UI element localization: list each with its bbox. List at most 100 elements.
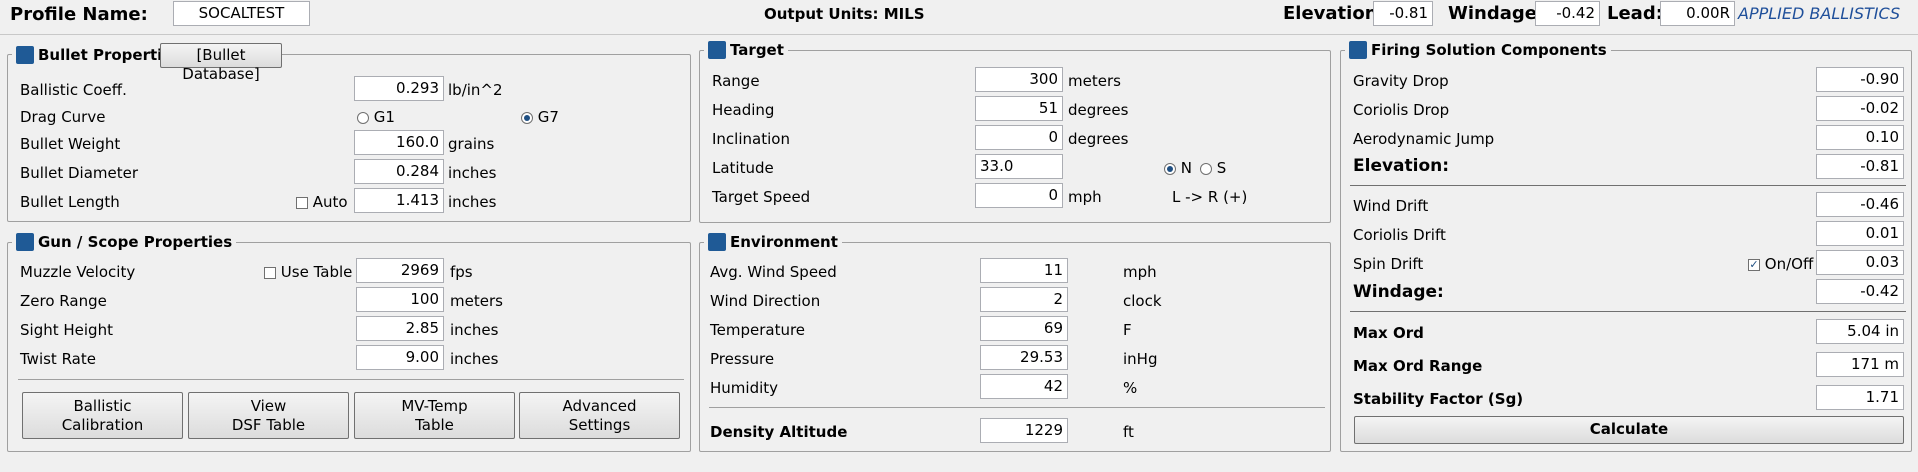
humidity-input[interactable]: 42	[980, 374, 1068, 399]
stability-factor-label: Stability Factor (Sg)	[1353, 390, 1524, 408]
n-radio[interactable]	[1164, 162, 1176, 175]
gravity-drop-value: -0.90	[1816, 67, 1904, 92]
firing-solution-header: Firing Solution Components	[1345, 39, 1611, 61]
g1-label: G1	[373, 108, 395, 126]
temperature-unit: F	[1123, 321, 1132, 339]
bullet-weight-input[interactable]: 160.0	[354, 130, 444, 155]
bullet-diameter-input[interactable]: 0.284	[354, 159, 444, 184]
use-table-label: Use Table	[280, 263, 353, 281]
bullet-database-button[interactable]: [Bullet Database]	[160, 43, 282, 83]
use-table-checkbox[interactable]: Use Table	[264, 263, 352, 281]
target-speed-input[interactable]: 0	[975, 183, 1063, 208]
inclination-unit: degrees	[1068, 130, 1129, 148]
ballistic-coeff-input[interactable]: 0.293	[354, 76, 444, 101]
inclination-input[interactable]: 0	[975, 125, 1063, 150]
solution-elevation-label: Elevation:	[1353, 156, 1450, 176]
header-windage-label: Windage:	[1448, 3, 1545, 24]
bullet-length-unit: inches	[448, 193, 497, 211]
solution-windage-label: Windage:	[1353, 282, 1444, 302]
solution-windage-value: -0.42	[1816, 279, 1904, 304]
max-ord-label: Max Ord	[1353, 324, 1424, 342]
gun-scope-title: Gun / Scope Properties	[38, 233, 233, 251]
zero-range-unit: meters	[450, 292, 503, 310]
spin-drift-check[interactable]: ✓	[1748, 258, 1760, 271]
sight-height-input[interactable]: 2.85	[356, 316, 444, 341]
latitude-input[interactable]: 33.0	[975, 154, 1063, 179]
heading-input[interactable]: 51	[975, 96, 1063, 121]
bullet-diameter-unit: inches	[448, 164, 497, 182]
bullet-length-label: Bullet Length	[20, 193, 120, 211]
mv-temp-table-button[interactable]: MV-Temp Table	[354, 392, 515, 439]
g7-radio[interactable]	[521, 111, 533, 124]
latitude-label: Latitude	[712, 159, 774, 177]
target-speed-label: Target Speed	[712, 188, 811, 206]
advanced-settings-line1: Advanced	[562, 397, 637, 415]
wind-direction-input[interactable]: 2	[980, 287, 1068, 312]
latitude-s-option[interactable]: S	[1200, 159, 1226, 177]
pressure-input[interactable]: 29.53	[980, 345, 1068, 370]
output-units-label: Output Units: MILS	[764, 5, 925, 23]
pressure-unit: inHg	[1123, 350, 1158, 368]
ballistic-coeff-unit: lb/in^2	[448, 81, 503, 99]
wind-drift-label: Wind Drift	[1353, 197, 1429, 215]
twist-rate-input[interactable]: 9.00	[356, 345, 444, 370]
humidity-unit: %	[1123, 379, 1138, 397]
auto-check[interactable]	[296, 196, 308, 209]
view-dsf-line1: View	[250, 397, 287, 415]
drag-curve-g1[interactable]: G1	[357, 108, 395, 126]
range-input[interactable]: 300	[975, 67, 1063, 92]
coriolis-drift-value: 0.01	[1816, 221, 1904, 246]
use-table-check[interactable]	[264, 266, 276, 279]
onoff-label: On/Off	[1764, 255, 1814, 273]
temperature-input[interactable]: 69	[980, 316, 1068, 341]
max-ord-value: 5.04 in	[1816, 319, 1904, 344]
density-altitude-label: Density Altitude	[710, 423, 848, 441]
aerodynamic-jump-label: Aerodynamic Jump	[1353, 130, 1495, 148]
auto-label: Auto	[312, 193, 348, 211]
header-elevation-value: -0.81	[1373, 1, 1433, 26]
advanced-settings-button[interactable]: Advanced Settings	[519, 392, 680, 439]
twist-rate-label: Twist Rate	[20, 350, 96, 368]
target-direction: L -> R (+)	[1172, 188, 1248, 206]
profile-name-field[interactable]: SOCALTEST	[173, 1, 310, 26]
coriolis-drop-label: Coriolis Drop	[1353, 101, 1450, 119]
target-header: Target	[704, 39, 788, 61]
calculate-button[interactable]: Calculate	[1354, 416, 1904, 444]
spin-drift-toggle[interactable]: ✓ On/Off	[1748, 255, 1813, 273]
auto-checkbox[interactable]: Auto	[296, 193, 348, 211]
view-dsf-table-button[interactable]: View DSF Table	[188, 392, 349, 439]
solution-elevation-value: -0.81	[1816, 154, 1904, 179]
avg-wind-speed-input[interactable]: 11	[980, 258, 1068, 283]
ballistic-calibration-button[interactable]: Ballistic Calibration	[22, 392, 183, 439]
mv-temp-line1: MV-Temp	[401, 397, 468, 415]
gravity-drop-label: Gravity Drop	[1353, 72, 1449, 90]
range-label: Range	[712, 72, 760, 90]
s-radio[interactable]	[1200, 162, 1212, 175]
bullet-length-input[interactable]: 1.413	[354, 188, 444, 213]
sight-height-unit: inches	[450, 321, 499, 339]
spin-drift-label: Spin Drift	[1353, 255, 1424, 273]
temperature-label: Temperature	[710, 321, 806, 339]
muzzle-velocity-unit: fps	[450, 263, 473, 281]
avg-wind-speed-unit: mph	[1123, 263, 1157, 281]
density-altitude-unit: ft	[1123, 423, 1134, 441]
ballistic-calibration-line2: Calibration	[61, 416, 144, 434]
drag-curve-g7[interactable]: G7	[521, 108, 559, 126]
header-lead-label: Lead:	[1607, 3, 1663, 24]
gun-scope-header: Gun / Scope Properties	[12, 231, 237, 253]
wind-direction-label: Wind Direction	[710, 292, 821, 310]
target-icon	[708, 41, 726, 59]
target-title: Target	[730, 41, 784, 59]
muzzle-velocity-input[interactable]: 2969	[356, 258, 444, 283]
g1-radio[interactable]	[357, 111, 369, 124]
pressure-label: Pressure	[710, 350, 775, 368]
max-ord-range-label: Max Ord Range	[1353, 357, 1483, 375]
latitude-n-option[interactable]: N	[1164, 159, 1192, 177]
spin-drift-value: 0.03	[1816, 250, 1904, 275]
crosshair-icon	[16, 233, 34, 251]
zero-range-input[interactable]: 100	[356, 287, 444, 312]
density-altitude-input: 1229	[980, 418, 1068, 443]
twist-rate-unit: inches	[450, 350, 499, 368]
mv-temp-line2: Table	[415, 416, 454, 434]
wind-drift-value: -0.46	[1816, 192, 1904, 217]
